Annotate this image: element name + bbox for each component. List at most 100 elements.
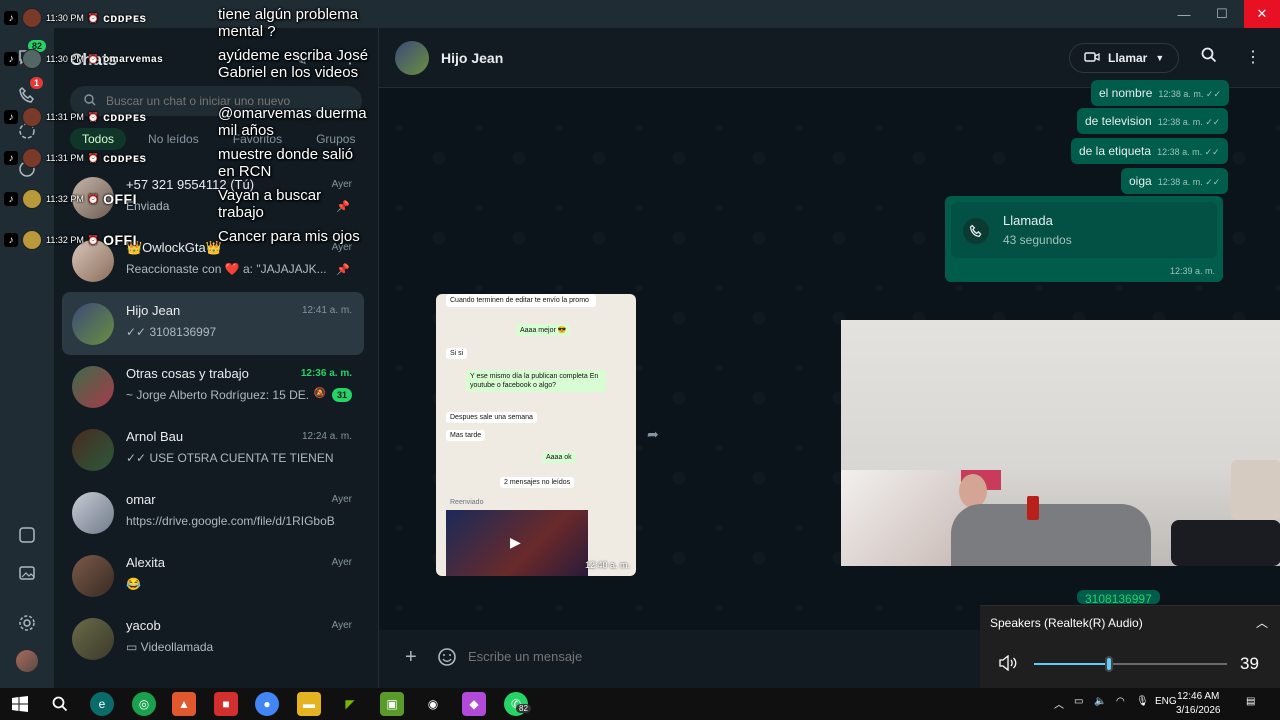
outgoing-call-icon	[963, 218, 989, 244]
system-clock[interactable]: 12:46 AM 3/16/2026	[1176, 690, 1221, 718]
floating-video-call[interactable]	[841, 320, 1280, 566]
maximize-button[interactable]: ☐	[1202, 0, 1242, 28]
last-message-bubble[interactable]: 3108136997	[1077, 590, 1160, 604]
obs-icon[interactable]: ◉	[421, 692, 445, 716]
edge-icon[interactable]: e	[90, 692, 114, 716]
message-bubble[interactable]: de la etiqueta 12:38 a. m. ✓✓	[1071, 138, 1228, 164]
chat-item[interactable]: Otras cosas y trabajo 12:36 a. m. ~ Jorg…	[62, 355, 364, 418]
pin-icon: 📌	[336, 264, 350, 276]
chat-preview: https://drive.google.com/file/d/1RIGboB.…	[126, 514, 336, 528]
meta-ai-nav-icon[interactable]	[14, 522, 40, 548]
message-bubble[interactable]: de television 12:38 a. m. ✓✓	[1077, 108, 1229, 134]
volume-slider[interactable]	[1034, 656, 1227, 672]
tray-chevron-icon[interactable]: ︿	[1054, 696, 1064, 711]
app-purple-icon[interactable]: ◆	[462, 692, 486, 716]
message-text: 3108136997	[1085, 592, 1152, 604]
sidebar-title: Chats	[70, 50, 118, 69]
call-button[interactable]: Llamar ▼	[1069, 43, 1180, 73]
volume-slider-thumb[interactable]	[1105, 656, 1114, 672]
contact-name[interactable]: Hijo Jean	[441, 50, 503, 66]
avatar	[72, 429, 114, 471]
message-bubble[interactable]: oiga 12:38 a. m. ✓✓	[1121, 168, 1229, 194]
app-green-icon[interactable]: ▣	[380, 692, 404, 716]
play-icon: ▶	[510, 534, 521, 550]
message-time: 12:38 a. m. ✓✓	[1157, 117, 1221, 127]
pin-icon: 📌	[336, 201, 350, 213]
settings-icon[interactable]	[14, 610, 40, 636]
call-duration: 43 segundos	[1003, 233, 1072, 247]
pillow	[1231, 460, 1280, 520]
chrome-icon[interactable]: ●	[255, 692, 279, 716]
audio-device-name[interactable]: Speakers (Realtek(R) Audio)	[990, 616, 1143, 630]
filter-chips: Todos No leídos Favoritos Grupos	[70, 128, 367, 150]
search-input[interactable]	[106, 94, 346, 108]
channels-nav-icon[interactable]	[14, 156, 40, 182]
filter-unread[interactable]: No leídos	[136, 128, 211, 150]
close-button[interactable]: ✕	[1244, 0, 1280, 28]
avatar	[72, 303, 114, 345]
call-message-inner: Llamada 43 segundos	[951, 202, 1217, 258]
chat-preview: ✓✓ 3108136997	[126, 325, 217, 339]
app-red-icon[interactable]: ■	[214, 692, 238, 716]
chat-item[interactable]: yacob Ayer ▭ Videollamada	[62, 607, 364, 670]
new-chat-icon[interactable]: ✎	[294, 50, 307, 70]
language-indicator[interactable]: ENG	[1155, 696, 1177, 707]
chat-item-selected[interactable]: Hijo Jean 12:41 a. m. ✓✓ 3108136997	[62, 292, 364, 355]
avatar	[72, 555, 114, 597]
minimize-button[interactable]: —	[1164, 0, 1204, 28]
file-explorer-icon[interactable]: ▬	[297, 692, 321, 716]
chat-item[interactable]: Alexita Ayer 😂	[62, 544, 364, 607]
battery-icon[interactable]: ▭	[1074, 696, 1083, 707]
volume-tray-icon[interactable]: 🔈	[1094, 696, 1106, 707]
nvidia-icon[interactable]: ◤	[338, 692, 362, 716]
emoji-icon[interactable]	[437, 647, 457, 672]
start-button[interactable]	[8, 692, 32, 716]
call-message[interactable]: Llamada 43 segundos 12:39 a. m.	[945, 196, 1223, 282]
chat-item[interactable]: omar Ayer https://drive.google.com/file/…	[62, 481, 364, 544]
screenshot-text: Despues sale una semana	[446, 412, 537, 423]
image-message[interactable]: Cuando terminen de editar te envío la pr…	[436, 294, 636, 576]
notification-center-icon[interactable]: ▤	[1246, 696, 1255, 707]
more-options-icon[interactable]: ⋮	[1245, 47, 1261, 67]
profile-avatar[interactable]	[14, 648, 40, 674]
filter-favorites[interactable]: Favoritos	[221, 128, 294, 150]
video-camera-icon	[1084, 51, 1100, 66]
speaker-icon[interactable]	[998, 654, 1018, 676]
microphone-icon[interactable]: 🎙	[1136, 696, 1149, 707]
filter-all[interactable]: Todos	[70, 128, 127, 150]
title-bar: — ☐ ✕	[0, 0, 1280, 28]
search-icon[interactable]	[1201, 47, 1217, 68]
avatar	[72, 240, 114, 282]
search-taskbar-icon[interactable]	[48, 692, 72, 716]
wifi-icon[interactable]: ◠	[1116, 696, 1125, 707]
calls-badge: 1	[30, 77, 44, 89]
search-bar	[70, 86, 362, 116]
contact-avatar[interactable]	[395, 41, 429, 75]
message-bubble[interactable]: el nombre 12:38 a. m. ✓✓	[1091, 80, 1229, 106]
chat-name: 👑OwlockGta👑	[126, 240, 222, 255]
message-input[interactable]	[468, 649, 868, 664]
chat-item[interactable]: 👑OwlockGta👑 Ayer Reaccionaste con ❤️ a: …	[62, 229, 364, 292]
chevron-up-icon[interactable]: ︿	[1256, 614, 1268, 631]
windows-taskbar: e ◎ ▲ ■ ● ▬ ◤ ▣ ◉ ◆ ✆ 82 ︿ ▭ 🔈 ◠ 🎙 ENG 1…	[0, 688, 1280, 720]
whatsapp-window: — ☐ ✕ 82 1 Chats ✎ ⋮ Buscar un chat o in…	[0, 0, 1280, 688]
chat-item[interactable]: +57 321 9554112 (Tú) Ayer Enviada 📌	[62, 166, 364, 229]
message-time: 12:38 a. m. ✓✓	[1157, 177, 1221, 187]
volume-flyout: Speakers (Realtek(R) Audio) ︿ 39	[980, 605, 1280, 688]
filter-groups[interactable]: Grupos	[304, 128, 367, 150]
app-icon[interactable]: ◎	[132, 692, 156, 716]
chat-time: Ayer	[331, 620, 352, 631]
chat-item[interactable]: Arnol Bau 12:24 a. m. ✓✓ USE OT5RA CUENT…	[62, 418, 364, 481]
media-nav-icon[interactable]	[14, 560, 40, 586]
person-head	[959, 474, 987, 508]
screenshot-text: Si si	[446, 348, 468, 359]
attach-plus-icon[interactable]: +	[405, 646, 417, 669]
chat-preview-text: Videollamada	[140, 640, 214, 654]
forward-icon[interactable]: ➦	[647, 426, 659, 443]
chats-badge: 82	[28, 40, 47, 52]
chat-time: 12:41 a. m.	[301, 305, 352, 316]
chat-preview: ~ Jorge Alberto Rodríguez: 15 DE...	[126, 388, 310, 402]
brave-icon[interactable]: ▲	[172, 692, 196, 716]
status-nav-icon[interactable]	[14, 118, 40, 144]
menu-icon[interactable]: ⋮	[342, 48, 358, 68]
